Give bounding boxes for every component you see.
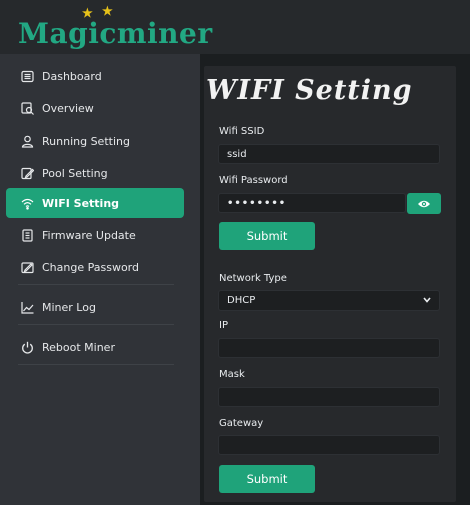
sidebar-item-wifi-setting[interactable]: WIFI Setting xyxy=(6,188,184,218)
sidebar-item-label: Pool Setting xyxy=(42,166,108,180)
gateway-label: Gateway xyxy=(219,418,264,429)
sidebar-item-label: Dashboard xyxy=(42,69,102,83)
network-submit-button[interactable]: Submit xyxy=(219,465,315,493)
ip-label: IP xyxy=(219,320,228,331)
sidebar-item-overview[interactable]: Overview xyxy=(6,93,184,123)
sidebar-item-running-setting[interactable]: Running Setting xyxy=(6,126,184,156)
mask-label: Mask xyxy=(219,369,245,380)
network-type-select[interactable]: DHCP xyxy=(218,290,440,311)
user-icon xyxy=(20,134,34,148)
sidebar-divider xyxy=(18,364,174,365)
wifi-password-label: Wifi Password xyxy=(219,175,288,186)
sidebar-item-miner-log[interactable]: Miner Log xyxy=(6,292,184,322)
logo-text: Magicminer xyxy=(18,17,213,50)
page-title: WIFI Setting xyxy=(206,74,413,106)
ip-input[interactable] xyxy=(218,338,440,358)
sidebar-divider xyxy=(18,324,174,325)
sidebar-item-label: Firmware Update xyxy=(42,228,136,242)
wifi-icon xyxy=(20,196,34,210)
star-icon: ★ xyxy=(102,4,114,18)
password-icon xyxy=(20,260,34,274)
wifi-password-input[interactable]: •••••••• xyxy=(218,193,406,213)
sidebar-divider xyxy=(18,284,174,285)
firmware-icon xyxy=(20,228,34,242)
pool-icon xyxy=(20,166,34,180)
overview-icon xyxy=(20,101,34,115)
star-icon: ★ xyxy=(82,6,94,20)
chevron-down-icon xyxy=(423,295,431,306)
gateway-input[interactable] xyxy=(218,435,440,455)
wifi-submit-button[interactable]: Submit xyxy=(219,222,315,250)
sidebar-item-label: WIFI Setting xyxy=(42,196,120,210)
sidebar: Dashboard Overview Running Setting Pool … xyxy=(0,54,200,505)
power-icon xyxy=(20,340,34,354)
sidebar-item-reboot-miner[interactable]: Reboot Miner xyxy=(6,332,184,362)
sidebar-item-dashboard[interactable]: Dashboard xyxy=(6,61,184,91)
sidebar-item-label: Change Password xyxy=(42,260,139,274)
top-bar: Magicminer ★ ★ xyxy=(0,0,470,54)
mask-input[interactable] xyxy=(218,387,440,407)
brand-logo[interactable]: Magicminer ★ ★ xyxy=(18,4,213,50)
sidebar-item-pool-setting[interactable]: Pool Setting xyxy=(6,158,184,188)
wifi-ssid-input[interactable]: ssid xyxy=(218,144,440,164)
show-password-button[interactable] xyxy=(407,193,441,214)
eye-icon xyxy=(417,194,431,213)
sidebar-item-label: Reboot Miner xyxy=(42,340,115,354)
dashboard-icon xyxy=(20,69,34,83)
wifi-ssid-label: Wifi SSID xyxy=(219,126,265,137)
network-type-value: DHCP xyxy=(227,295,256,306)
sidebar-item-label: Running Setting xyxy=(42,134,130,148)
sidebar-item-firmware-update[interactable]: Firmware Update xyxy=(6,220,184,250)
network-type-label: Network Type xyxy=(219,273,287,284)
sidebar-item-change-password[interactable]: Change Password xyxy=(6,252,184,282)
chart-line-icon xyxy=(20,300,34,314)
sidebar-item-label: Overview xyxy=(42,101,94,115)
sidebar-item-label: Miner Log xyxy=(42,300,96,314)
